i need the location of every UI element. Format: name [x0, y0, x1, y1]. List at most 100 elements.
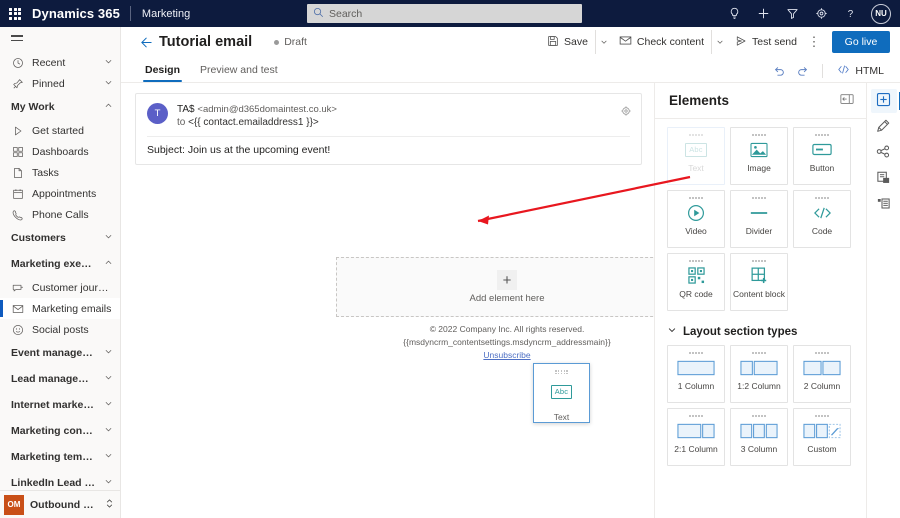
personalization-icon — [876, 144, 891, 162]
designer: T TA$ <admin@d365domaintest.co.uk> to <{… — [121, 83, 900, 518]
tab-preview-and-test[interactable]: Preview and test — [190, 57, 288, 82]
save-button[interactable]: Save — [540, 30, 595, 54]
footer-copyright: © 2022 Company Inc. All rights reserved. — [429, 324, 585, 334]
undo-icon[interactable] — [768, 60, 790, 82]
unsubscribe-link[interactable]: Unsubscribe — [483, 350, 530, 360]
sidebar-item-recent[interactable]: Recent — [0, 52, 120, 73]
element-card-button[interactable]: Button — [793, 127, 851, 185]
avatar[interactable]: NU — [871, 3, 891, 24]
chevron-down-icon — [104, 451, 113, 463]
grip-icon — [752, 352, 766, 354]
collapse-panel-icon[interactable] — [840, 93, 854, 108]
chevron-down-icon — [104, 477, 113, 489]
divider-icon — [749, 202, 769, 224]
filter-icon[interactable] — [778, 0, 807, 27]
sidebar-item-phone-calls[interactable]: Phone Calls — [0, 204, 120, 225]
add-element-dropzone[interactable]: + Add element here — [336, 257, 654, 317]
chevron-down-icon — [104, 373, 113, 385]
hamburger-icon — [11, 35, 23, 43]
element-card-content-block[interactable]: Content block — [730, 253, 788, 311]
redo-icon[interactable] — [792, 60, 814, 82]
element-card-label: Code — [811, 225, 833, 236]
sidebar-group-marketing-content[interactable]: Marketing content — [0, 418, 120, 444]
element-card-divider[interactable]: Divider — [730, 190, 788, 248]
grip-icon — [689, 352, 703, 354]
check-content-button[interactable]: Check content — [612, 30, 711, 54]
save-caret-button[interactable] — [594, 30, 612, 54]
lightbulb-icon[interactable] — [720, 0, 749, 27]
sidebar-group-event-management[interactable]: Event management — [0, 340, 120, 366]
layout-card-3-column[interactable]: 3 Column — [730, 408, 788, 466]
check-content-caret-button[interactable] — [711, 30, 728, 54]
footer-address-token: {{msdyncrm_contentsettings.msdyncrm_addr… — [403, 336, 611, 347]
sidebar-item-customer-journeys[interactable]: Customer journeys — [0, 277, 120, 298]
sidebar-item-tasks[interactable]: Tasks — [0, 162, 120, 183]
sidebar-item-dashboards[interactable]: Dashboards — [0, 141, 120, 162]
plus-icon[interactable] — [749, 0, 778, 27]
element-card-qr-code[interactable]: QR code — [667, 253, 725, 311]
element-card-label: QR code — [679, 288, 713, 299]
go-live-button[interactable]: Go live — [832, 31, 890, 53]
html-button[interactable]: HTML — [831, 60, 890, 82]
element-card-code[interactable]: Code — [793, 190, 851, 248]
grip-icon — [689, 134, 703, 136]
sidebar-group-customers[interactable]: Customers — [0, 225, 120, 251]
layout-card-custom[interactable]: Custom — [793, 408, 851, 466]
help-icon[interactable]: ? — [836, 0, 865, 27]
layout-card-2-column[interactable]: 2 Column — [793, 345, 851, 403]
sidebar-item-pinned[interactable]: Pinned — [0, 73, 120, 94]
sidebar-group-marketing-templates[interactable]: Marketing templates — [0, 444, 120, 470]
layout-1-2col-icon — [740, 357, 778, 379]
sidebar-group-marketing-execution[interactable]: Marketing execution — [0, 251, 120, 277]
grip-icon — [815, 197, 829, 199]
element-card-image[interactable]: Image — [730, 127, 788, 185]
element-card-video[interactable]: Video — [667, 190, 725, 248]
rail-assets-button[interactable] — [871, 167, 897, 191]
rail-layout-settings-button[interactable] — [871, 193, 897, 217]
email-address-lines: TA$ <admin@d365domaintest.co.uk> to <{{ … — [177, 103, 631, 128]
tab-design[interactable]: Design — [135, 57, 190, 82]
sidebar-toggle-button[interactable] — [0, 27, 120, 52]
sidebar-item-get-started[interactable]: Get started — [0, 120, 120, 141]
sidebar-item-label: Tasks — [32, 166, 59, 179]
app-launcher-button[interactable] — [0, 0, 30, 27]
email-settings-gear-icon[interactable] — [620, 105, 632, 120]
sidebar-item-label: Customer journeys — [32, 281, 113, 294]
sidebar-group-internet-marketing[interactable]: Internet marketing — [0, 392, 120, 418]
tab-label: Preview and test — [200, 63, 278, 76]
area-switcher-label: Outbound market... — [30, 498, 99, 511]
sidebar-group-lead-management[interactable]: Lead management — [0, 366, 120, 392]
sidebar-item-social-posts[interactable]: Social posts — [0, 319, 120, 340]
chevron-down-icon — [104, 425, 113, 437]
layout-card-2-1-column[interactable]: 2:1 Column — [667, 408, 725, 466]
sidebar-group-label: Marketing templates — [11, 451, 96, 463]
layout-card-1-2-column[interactable]: 1:2 Column — [730, 345, 788, 403]
drag-handle-icon[interactable] — [554, 370, 569, 375]
sender-avatar: T — [147, 103, 168, 124]
save-split-button: Save — [540, 30, 612, 54]
rail-add-element-button[interactable] — [870, 89, 900, 113]
sidebar-item-marketing-emails[interactable]: Marketing emails — [0, 298, 120, 319]
rail-styles-button[interactable] — [871, 115, 897, 139]
layout-section-header[interactable]: Layout section types — [667, 325, 856, 338]
back-button[interactable] — [135, 35, 157, 50]
search-input[interactable]: Search — [307, 4, 582, 23]
waffle-icon — [9, 7, 21, 20]
element-card-label: Text — [688, 162, 704, 173]
sidebar-item-appointments[interactable]: Appointments — [0, 183, 120, 204]
phone-icon — [11, 209, 24, 221]
drag-ghost-text-element[interactable]: Abc Text — [533, 363, 590, 423]
tab-bar-actions: HTML — [768, 60, 890, 82]
test-send-button[interactable]: Test send — [728, 30, 804, 54]
sidebar-group-my-work[interactable]: My Work — [0, 94, 120, 120]
layout-card-1-column[interactable]: 1 Column — [667, 345, 725, 403]
rail-personalization-button[interactable] — [871, 141, 897, 165]
area-switcher[interactable]: OM Outbound market... — [0, 490, 120, 518]
element-card-text[interactable]: Abc Text — [667, 127, 725, 185]
more-commands-button[interactable]: ⋮ — [804, 30, 824, 54]
gear-icon[interactable] — [807, 0, 836, 27]
check-content-icon — [619, 34, 632, 50]
drag-ghost-label: Text — [553, 412, 570, 422]
add-element-plus-button[interactable]: + — [497, 270, 517, 290]
sidebar-group-linkedin-lead-gen[interactable]: LinkedIn Lead Gen — [0, 470, 120, 490]
